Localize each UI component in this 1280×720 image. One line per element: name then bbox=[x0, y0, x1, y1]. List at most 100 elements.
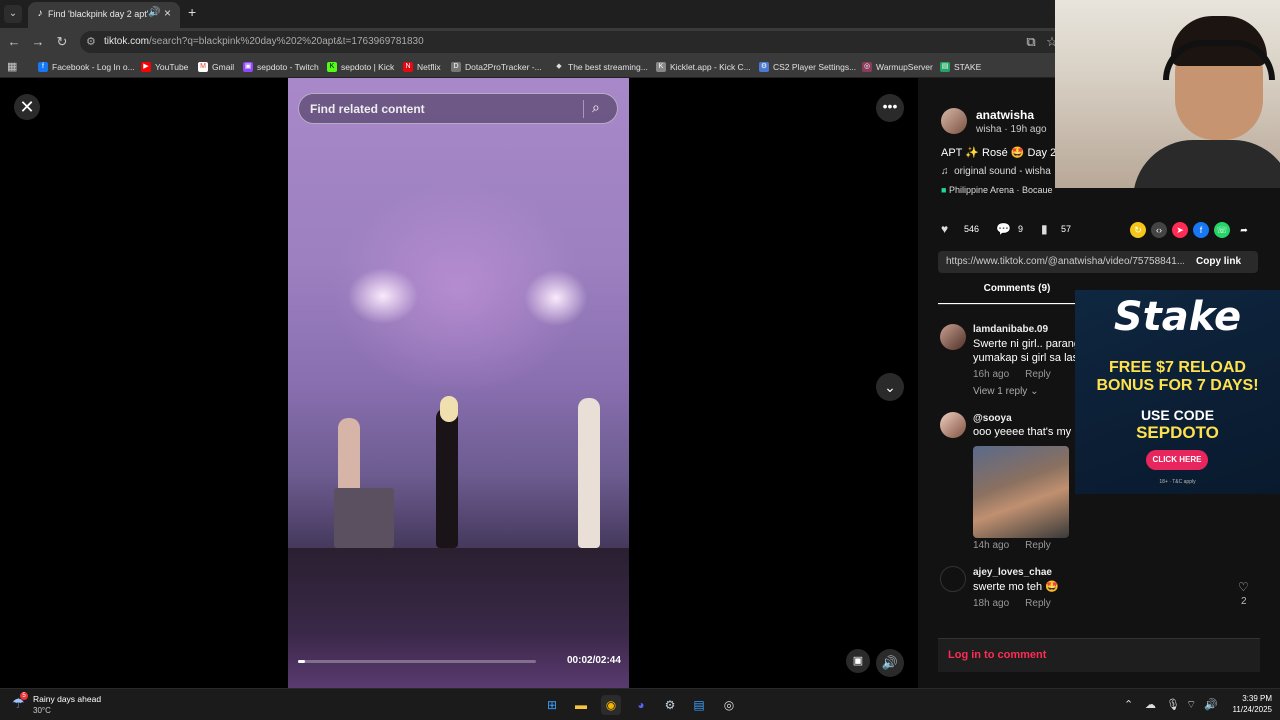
steam-icon[interactable]: ⚙ bbox=[660, 695, 680, 715]
copy-link-button[interactable]: Copy link bbox=[1196, 256, 1241, 267]
like-heart-icon[interactable]: ♥ bbox=[941, 222, 948, 236]
embed-icon[interactable]: ‹› bbox=[1151, 222, 1167, 238]
apps-grid-icon[interactable]: ▦ bbox=[7, 60, 17, 74]
comment-avatar[interactable] bbox=[940, 566, 966, 592]
microphone-icon[interactable]: 🎙 bbox=[1166, 698, 1180, 711]
ad-click-here-button[interactable]: CLICK HERE bbox=[1146, 450, 1208, 470]
weather-alert-badge: 5 bbox=[20, 692, 28, 700]
location-row[interactable]: ■ Philippine Arena · Bocaue bbox=[941, 185, 1053, 195]
tab-title: Find 'blackpink day 2 apt' o bbox=[48, 9, 148, 19]
forward-button[interactable]: → bbox=[29, 33, 47, 51]
picture-in-picture-icon[interactable]: ▣ bbox=[846, 649, 870, 673]
music-note-icon: ♫ bbox=[941, 166, 949, 177]
comment-username[interactable]: ajey_loves_chae bbox=[973, 567, 1052, 578]
reply-button[interactable]: Reply bbox=[1025, 369, 1051, 380]
comment-avatar[interactable] bbox=[940, 324, 966, 350]
video-progress-bar[interactable] bbox=[298, 660, 536, 663]
author-username[interactable]: anatwisha bbox=[976, 108, 1034, 122]
bookmark-streaming[interactable]: ◆ The best streaming... bbox=[554, 60, 648, 74]
repost-icon[interactable]: ↻ bbox=[1130, 222, 1146, 238]
install-app-icon[interactable]: ⧉ bbox=[1022, 33, 1040, 51]
bookmark-twitch[interactable]: ▣ sepdoto - Twitch bbox=[243, 60, 319, 74]
system-clock[interactable]: 3:39 PM 11/24/2025 bbox=[1222, 693, 1272, 715]
facebook-share-icon[interactable]: f bbox=[1193, 222, 1209, 238]
author-avatar[interactable] bbox=[941, 108, 967, 134]
video-time: 00:02/02:44 bbox=[567, 655, 621, 666]
dota-icon: D bbox=[451, 62, 461, 72]
url-text: tiktok.com/search?q=blackpink%20day%202%… bbox=[104, 36, 424, 47]
send-icon[interactable]: ➤ bbox=[1172, 222, 1188, 238]
reply-button[interactable]: Reply bbox=[1025, 598, 1051, 609]
bookmark-cs2-settings[interactable]: ⚙ CS2 Player Settings... bbox=[759, 60, 856, 74]
onedrive-cloud-icon[interactable]: ☁ bbox=[1145, 698, 1156, 711]
stake-ad-banner[interactable]: Stake FREE $7 RELOAD BONUS FOR 7 DAYS! U… bbox=[1075, 290, 1280, 494]
comment-text: Swerte ni girl.. parang bbox=[973, 338, 1080, 350]
bookmark-youtube[interactable]: ▶ YouTube bbox=[141, 60, 188, 74]
reply-button[interactable]: Reply bbox=[1025, 540, 1051, 551]
ad-headline-1: FREE $7 RELOAD bbox=[1109, 359, 1246, 376]
search-icon[interactable]: ⌕ bbox=[592, 99, 600, 116]
bookmark-gmail[interactable]: M Gmail bbox=[198, 60, 234, 74]
more-options-icon[interactable]: ••• bbox=[876, 94, 904, 122]
back-button[interactable]: ← bbox=[5, 33, 23, 51]
site-info-icon[interactable]: ⚙ bbox=[86, 35, 96, 48]
share-link-url[interactable]: https://www.tiktok.com/@anatwisha/video/… bbox=[946, 256, 1184, 267]
comment-like-heart-icon[interactable]: ♡ bbox=[1238, 580, 1249, 594]
new-tab-button[interactable]: + bbox=[188, 4, 196, 20]
discord-icon[interactable]: ◕ bbox=[631, 695, 651, 715]
comment-avatar[interactable] bbox=[940, 412, 966, 438]
weather-temp: 30°C bbox=[33, 706, 51, 715]
share-link-row: https://www.tiktok.com/@anatwisha/video/… bbox=[938, 251, 1258, 273]
location-pin-icon: ■ bbox=[941, 185, 947, 195]
bookmark-facebook[interactable]: f Facebook - Log In o... bbox=[38, 60, 135, 74]
windows-start-icon[interactable]: ⊞ bbox=[542, 695, 562, 715]
reload-button[interactable]: ↻ bbox=[53, 33, 71, 51]
netflix-icon: N bbox=[403, 62, 413, 72]
diamond-icon: ◆ bbox=[556, 63, 562, 70]
bookmark-stake[interactable]: ▤ STAKE bbox=[940, 60, 981, 74]
comment-login-bar[interactable]: Log in to comment bbox=[938, 638, 1260, 672]
comment-icon[interactable]: 💬 bbox=[996, 222, 1011, 236]
kick-icon: K bbox=[327, 62, 337, 72]
weather-title[interactable]: Rainy days ahead bbox=[33, 694, 101, 704]
show-hidden-icons-chevron-icon[interactable]: ⌃ bbox=[1124, 698, 1133, 711]
dancer-figure bbox=[578, 398, 600, 548]
comment-image[interactable] bbox=[973, 446, 1069, 538]
video-search-box[interactable]: Find related content ⌕ bbox=[298, 93, 618, 124]
comment-username[interactable]: lamdanibabe.09 bbox=[973, 324, 1048, 335]
stage-equipment bbox=[334, 488, 394, 548]
comment-meta: 14h ago Reply bbox=[973, 540, 1051, 551]
share-arrow-icon[interactable]: ➦ bbox=[1236, 222, 1252, 238]
whatsapp-icon[interactable]: ☏ bbox=[1214, 222, 1230, 238]
address-bar[interactable]: ⚙ tiktok.com/search?q=blackpink%20day%20… bbox=[80, 31, 1070, 53]
bookmark-kick[interactable]: Ksepdoto | Kick bbox=[327, 60, 394, 74]
bookmark-kicklet[interactable]: K Kicklet.app - Kick C... bbox=[656, 60, 751, 74]
search-placeholder: Find related content bbox=[310, 102, 425, 116]
view-replies-button[interactable]: View 1 reply ⌄ bbox=[973, 386, 1038, 397]
clock-time: 3:39 PM bbox=[1242, 694, 1272, 703]
next-video-chevron-down-icon[interactable]: ⌄ bbox=[876, 373, 904, 401]
chrome-icon[interactable]: ◉ bbox=[601, 695, 621, 715]
comment-username[interactable]: @sooya bbox=[973, 413, 1012, 424]
bookmark-icon[interactable]: ▮ bbox=[1041, 222, 1048, 236]
bookmark-netflix[interactable]: N Netflix bbox=[403, 60, 441, 74]
bookmark-dota2protracker[interactable]: D Dota2ProTracker -... bbox=[451, 60, 542, 74]
wifi-icon[interactable]: ⌔ bbox=[1186, 698, 1196, 712]
video-player[interactable]: Find related content ⌕ 00:02/02:44 bbox=[288, 78, 629, 688]
search-divider bbox=[583, 100, 584, 118]
login-to-comment-link[interactable]: Log in to comment bbox=[948, 649, 1046, 661]
obs-icon[interactable]: ◎ bbox=[719, 695, 739, 715]
tab-search-menu-button[interactable]: ⌄ bbox=[4, 5, 22, 23]
file-explorer-icon[interactable]: ▬ bbox=[571, 695, 591, 715]
volume-tray-icon[interactable]: 🔊 bbox=[1204, 698, 1218, 711]
sound-row[interactable]: ♫ original sound - wisha bbox=[941, 166, 1051, 177]
speaker-icon[interactable]: 🔊 bbox=[148, 7, 160, 18]
browser-tab-active[interactable]: ♪ Find 'blackpink day 2 apt' o 🔊 × bbox=[28, 2, 180, 28]
volume-icon[interactable]: 🔊 bbox=[876, 649, 904, 677]
comment-meta: 16h ago Reply bbox=[973, 369, 1051, 380]
close-icon[interactable]: ✕ bbox=[14, 94, 40, 120]
tab-close-icon[interactable]: × bbox=[164, 6, 171, 20]
tab-comments[interactable]: Comments (9) bbox=[938, 283, 1096, 305]
bookmark-warmupserver[interactable]: ◎ WarmupServer bbox=[862, 60, 933, 74]
notepad-icon[interactable]: ▤ bbox=[689, 695, 709, 715]
